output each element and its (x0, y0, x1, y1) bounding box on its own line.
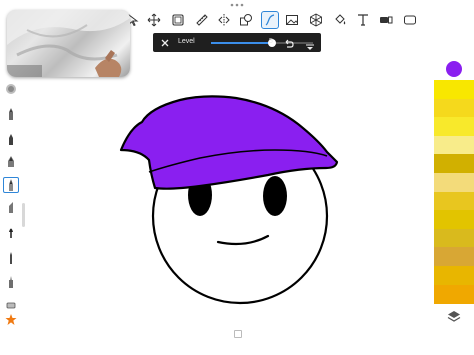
star-icon[interactable] (3, 312, 19, 328)
ink-pen-icon[interactable] (3, 131, 19, 147)
symmetry-icon[interactable] (215, 11, 233, 29)
level-value: 5 (269, 38, 273, 45)
shapes-icon[interactable] (237, 11, 255, 29)
star-icon-glyph (5, 314, 17, 325)
color-swatch[interactable] (434, 80, 474, 100)
ruler-icon[interactable] (193, 11, 211, 29)
level-slider-fill (211, 42, 273, 44)
technical-pen-icon[interactable] (3, 274, 19, 290)
paintbrush-icon-glyph (9, 228, 13, 238)
fine-pen-icon[interactable] (3, 250, 19, 266)
eraser-icon[interactable] (3, 296, 19, 312)
airbrush-icon-glyph (6, 84, 16, 94)
undo-icon[interactable] (283, 37, 294, 48)
eraser-icon-glyph (6, 302, 16, 309)
color-swatch[interactable] (434, 228, 474, 248)
color-swatch[interactable] (434, 284, 474, 304)
fine-pen-icon-glyph (10, 252, 12, 264)
fill-icon[interactable] (331, 11, 349, 29)
perspective-icon[interactable] (307, 11, 325, 29)
current-color-indicator[interactable] (446, 61, 462, 77)
paintbrush-icon[interactable] (3, 224, 19, 240)
color-swatch[interactable] (434, 266, 474, 286)
felt-tip-icon[interactable] (3, 177, 19, 193)
pencil-icon-glyph (9, 108, 13, 120)
layers-stack-icon[interactable] (445, 308, 463, 326)
ink-pen-icon-glyph (9, 134, 13, 145)
color-swatch[interactable] (434, 154, 474, 174)
felt-tip-icon-glyph (9, 179, 13, 191)
right-eye (263, 176, 287, 216)
color-swatch[interactable] (434, 210, 474, 230)
text-icon[interactable] (354, 11, 372, 29)
level-slider[interactable] (211, 39, 313, 47)
fullscreen-icon[interactable] (401, 11, 419, 29)
move-icon[interactable] (145, 11, 163, 29)
pencil-icon[interactable] (3, 106, 19, 122)
video-preview[interactable] (7, 10, 130, 77)
image-icon[interactable] (283, 11, 301, 29)
bottom-handle-icon[interactable] (234, 330, 242, 338)
video-preview-frame (7, 10, 130, 77)
layers-icon[interactable] (169, 11, 187, 29)
technical-pen-icon-glyph (9, 276, 13, 288)
chisel-icon[interactable] (3, 199, 19, 215)
color-swatch[interactable] (434, 98, 474, 118)
curve-icon[interactable] (261, 11, 279, 29)
brush-palette-handle[interactable] (22, 203, 25, 227)
chisel-icon-glyph (9, 202, 13, 213)
brush-level-popup: Level 5 (153, 33, 321, 52)
brush-palette (0, 78, 22, 334)
marker-icon-glyph (8, 156, 14, 167)
level-label: Level (178, 38, 195, 45)
record-icon[interactable] (377, 11, 395, 29)
color-swatch[interactable] (434, 173, 474, 193)
color-swatch[interactable] (434, 191, 474, 211)
close-icon[interactable] (159, 36, 171, 48)
color-swatch[interactable] (434, 135, 474, 155)
color-swatch[interactable] (434, 117, 474, 137)
menu-icon[interactable] (305, 38, 315, 50)
marker-icon[interactable] (3, 153, 19, 169)
color-swatch[interactable] (434, 247, 474, 267)
airbrush-icon[interactable] (3, 81, 19, 97)
multitask-dots-icon[interactable] (230, 3, 244, 7)
